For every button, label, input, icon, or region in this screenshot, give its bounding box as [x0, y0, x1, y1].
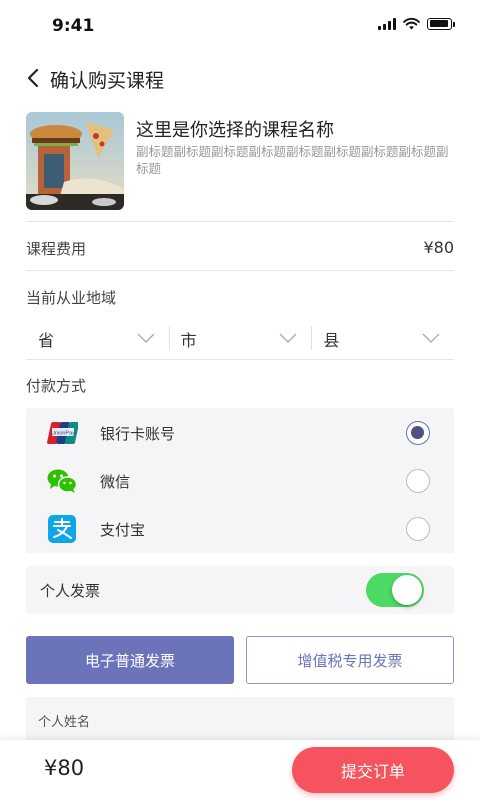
- chevron-down-icon: [279, 333, 297, 343]
- county-select[interactable]: 县: [311, 320, 454, 356]
- payment-option-unionpay[interactable]: UnionPay 银行卡账号: [26, 409, 454, 457]
- payment-option-label: 银行卡账号: [100, 425, 176, 443]
- page-title: 确认购买课程: [50, 70, 165, 92]
- status-icons: [378, 17, 455, 30]
- divider: [26, 221, 454, 222]
- status-bar: 9:41: [0, 0, 480, 48]
- invoice-toggle[interactable]: [366, 573, 424, 607]
- payment-option-label: 支付宝: [100, 521, 146, 539]
- payment-option-label: 微信: [100, 473, 131, 491]
- fee-value: ¥80: [423, 238, 454, 257]
- radio-selected[interactable]: [406, 421, 430, 445]
- alipay-icon: [48, 515, 76, 543]
- status-time: 9:41: [52, 16, 95, 36]
- fee-label: 课程费用: [26, 240, 87, 258]
- radio-unselected[interactable]: [406, 517, 430, 541]
- unionpay-icon: UnionPay: [47, 422, 78, 444]
- payment-label: 付款方式: [26, 377, 87, 395]
- region-selector: 省 市 县: [26, 320, 454, 356]
- payment-methods: UnionPay 银行卡账号 微信 支付宝: [26, 408, 454, 553]
- bottom-bar: ¥80 提交订单: [0, 740, 480, 800]
- course-subtitle: 副标题副标题副标题副标题副标题副标题副标题副标题副标题: [136, 144, 449, 176]
- invoice-label: 个人发票: [40, 582, 101, 600]
- payment-option-alipay[interactable]: 支付宝: [26, 505, 454, 553]
- divider: [26, 270, 454, 271]
- name-field[interactable]: 个人姓名: [26, 697, 454, 745]
- order-total: ¥80: [44, 756, 85, 780]
- payment-option-wechat[interactable]: 微信: [26, 457, 454, 505]
- name-field-label: 个人姓名: [38, 715, 91, 730]
- province-select-text: 省: [38, 331, 55, 350]
- course-thumbnail: [26, 112, 124, 210]
- nav-bar: 确认购买课程: [0, 60, 480, 96]
- city-select[interactable]: 市: [168, 320, 312, 356]
- submit-order-button[interactable]: 提交订单: [292, 747, 454, 793]
- e-invoice-button[interactable]: 电子普通发票: [26, 636, 234, 684]
- wifi-icon: [403, 17, 420, 30]
- wechat-icon: [47, 469, 78, 493]
- radio-unselected[interactable]: [406, 469, 430, 493]
- province-select[interactable]: 省: [26, 320, 169, 356]
- chevron-down-icon: [137, 333, 155, 343]
- chevron-down-icon: [422, 333, 440, 343]
- course-summary: 这里是你选择的课程名称 副标题副标题副标题副标题副标题副标题副标题副标题副标题: [26, 112, 456, 210]
- battery-icon: [427, 17, 455, 30]
- divider: [26, 359, 454, 360]
- chevron-left-icon[interactable]: [24, 66, 44, 90]
- toggle-knob: [392, 575, 422, 605]
- battery-fill: [429, 20, 448, 27]
- course-name: 这里是你选择的课程名称: [136, 120, 334, 141]
- vat-invoice-button[interactable]: 增值税专用发票: [246, 636, 454, 684]
- city-select-text: 市: [180, 331, 197, 350]
- svg-text:UnionPay: UnionPay: [51, 431, 75, 437]
- region-label: 当前从业地域: [26, 289, 117, 307]
- county-select-text: 县: [323, 331, 340, 350]
- invoice-toggle-row: 个人发票: [26, 566, 454, 614]
- cellular-signal-icon: [378, 17, 396, 30]
